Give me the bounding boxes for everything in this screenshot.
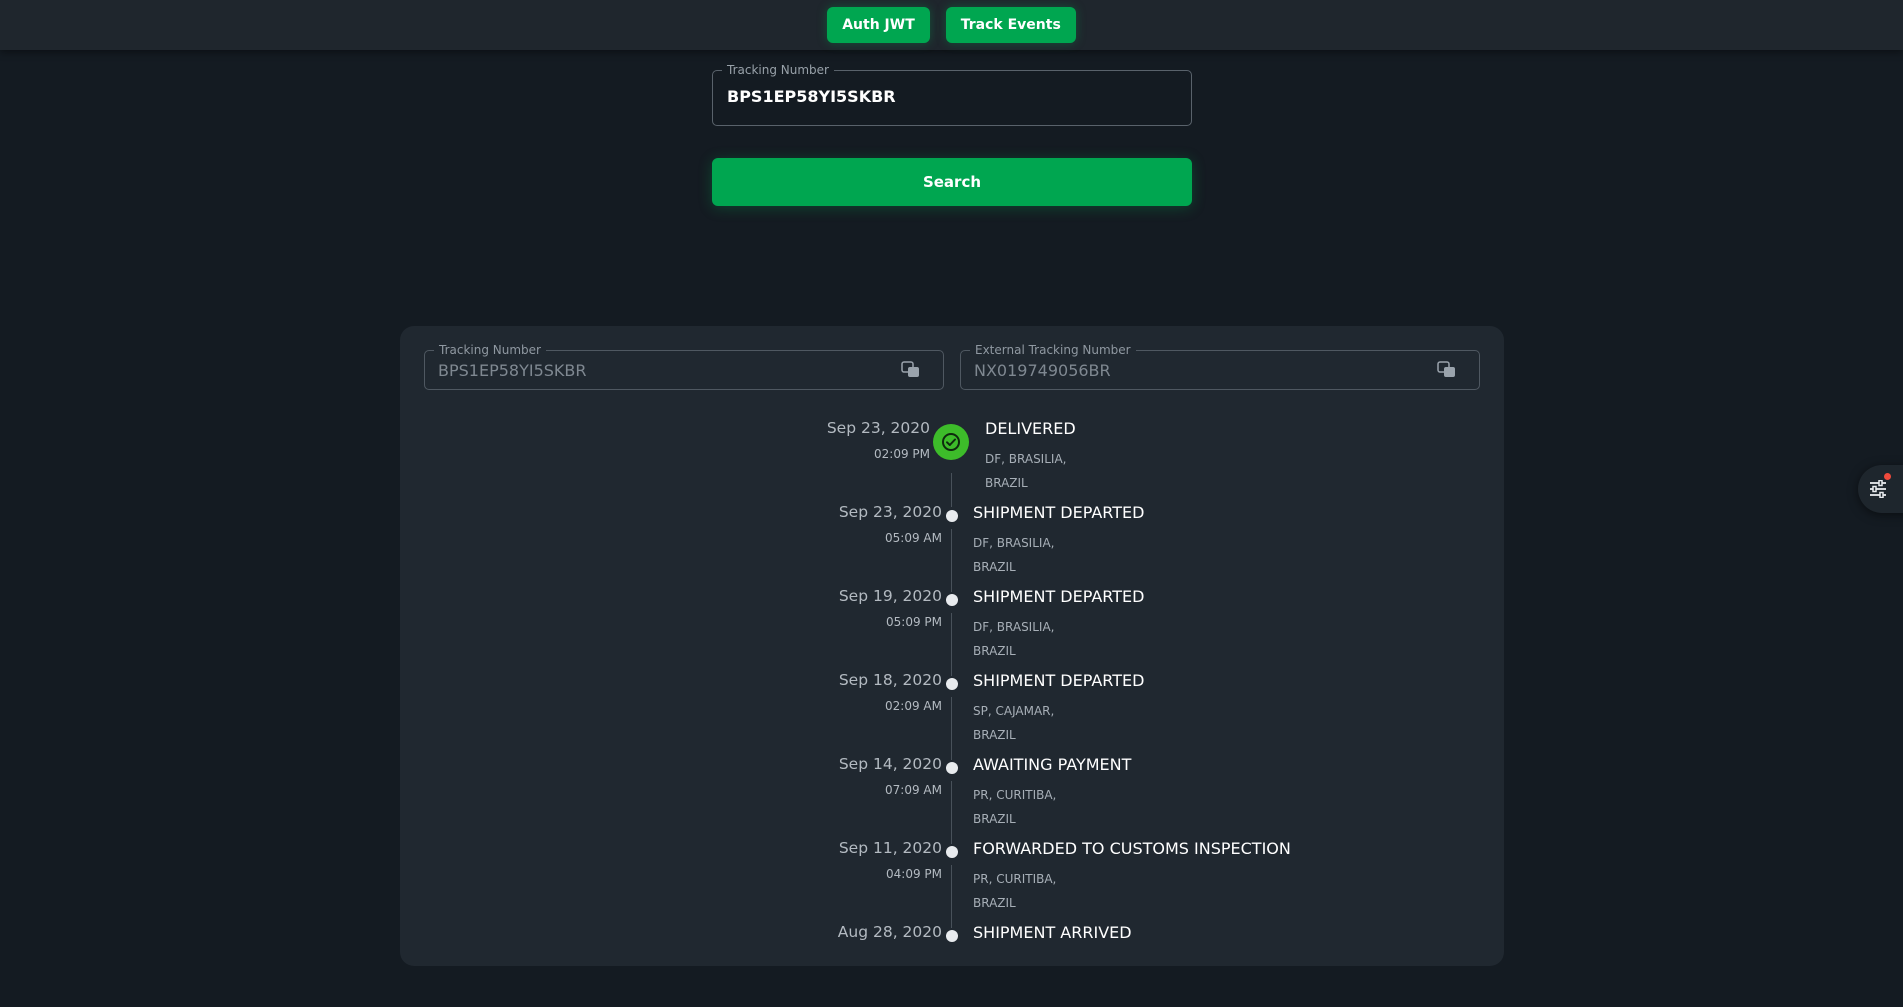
sliders-icon xyxy=(1868,479,1888,502)
result-tracking-number-value: BPS1EP58YI5SKBR xyxy=(438,361,587,380)
timeline-dot xyxy=(946,762,958,774)
event-location-city: DF, BRASILIA, xyxy=(985,452,1067,466)
search-button[interactable]: Search xyxy=(712,158,1192,206)
event-status: SHIPMENT DEPARTED xyxy=(973,503,1145,522)
event-location-city: SP, CAJAMAR, xyxy=(973,704,1055,718)
external-tracking-number-field: External Tracking Number NX019749056BR xyxy=(960,343,1480,390)
result-tracking-number-label: Tracking Number xyxy=(434,343,546,357)
event-time: 07:09 AM xyxy=(885,783,942,797)
timeline-event: Sep 18, 2020 02:09 AM SHIPMENT DEPARTED … xyxy=(400,671,1504,755)
tracking-number-input[interactable] xyxy=(727,87,1167,106)
event-status: FORWARDED TO CUSTOMS INSPECTION xyxy=(973,839,1291,858)
event-location-country: BRAZIL xyxy=(985,476,1028,490)
event-date: Sep 19, 2020 xyxy=(838,587,942,605)
event-location: DF, BRASILIA, BRAZIL xyxy=(973,615,1054,663)
event-location: DF, BRASILIA, BRAZIL xyxy=(973,531,1054,579)
event-location-city: PR, CURITIBA, xyxy=(973,872,1057,886)
event-status: SHIPMENT ARRIVED xyxy=(973,923,1132,942)
event-status: AWAITING PAYMENT xyxy=(973,755,1132,774)
event-location-country: BRAZIL xyxy=(973,812,1016,826)
check-circle-icon xyxy=(933,424,969,460)
event-status: DELIVERED xyxy=(985,419,1076,438)
settings-fab-button[interactable] xyxy=(1858,465,1903,513)
auth-jwt-button[interactable]: Auth JWT xyxy=(827,7,930,43)
event-location: PR, CURITIBA, BRAZIL xyxy=(973,867,1056,915)
event-location-city: DF, BRASILIA, xyxy=(973,620,1055,634)
event-location-country: BRAZIL xyxy=(973,896,1016,910)
event-time: 05:09 AM xyxy=(885,531,942,545)
event-time: 04:09 PM xyxy=(886,867,942,881)
external-tracking-number-value: NX019749056BR xyxy=(974,361,1111,380)
event-location-city: DF, BRASILIA, xyxy=(973,536,1055,550)
timeline-dot xyxy=(946,594,958,606)
timeline-dot xyxy=(946,678,958,690)
result-tracking-number-field: Tracking Number BPS1EP58YI5SKBR xyxy=(424,343,944,390)
event-date: Sep 14, 2020 xyxy=(838,755,942,773)
timeline-dot xyxy=(946,510,958,522)
event-date: Sep 23, 2020 xyxy=(838,503,942,521)
timeline-dot xyxy=(946,846,958,858)
track-events-button[interactable]: Track Events xyxy=(945,7,1076,43)
top-nav-bar: Auth JWT Track Events xyxy=(0,0,1903,50)
timeline-event: Aug 28, 2020 SHIPMENT ARRIVED xyxy=(400,923,1504,1007)
event-location: SP, CAJAMAR, BRAZIL xyxy=(973,699,1054,747)
timeline-dot xyxy=(946,930,958,942)
event-location: DF, BRASILIA, BRAZIL xyxy=(985,447,1066,495)
event-date: Sep 23, 2020 xyxy=(826,419,930,437)
event-time: 05:09 PM xyxy=(886,615,942,629)
timeline-event: Sep 11, 2020 04:09 PM FORWARDED TO CUSTO… xyxy=(400,839,1504,923)
tracking-results-card: Tracking Number BPS1EP58YI5SKBR External… xyxy=(400,326,1504,966)
external-tracking-number-label: External Tracking Number xyxy=(970,343,1136,357)
timeline-event: Sep 19, 2020 05:09 PM SHIPMENT DEPARTED … xyxy=(400,587,1504,671)
notification-badge xyxy=(1884,473,1891,480)
event-location-country: BRAZIL xyxy=(973,644,1016,658)
event-time: 02:09 AM xyxy=(885,699,942,713)
copy-icon[interactable] xyxy=(1437,361,1457,379)
event-status: SHIPMENT DEPARTED xyxy=(973,671,1145,690)
event-date: Aug 28, 2020 xyxy=(837,923,942,941)
copy-icon[interactable] xyxy=(901,361,921,379)
timeline-event: Sep 14, 2020 07:09 AM AWAITING PAYMENT P… xyxy=(400,755,1504,839)
event-location: PR, CURITIBA, BRAZIL xyxy=(973,783,1056,831)
event-time: 02:09 PM xyxy=(874,447,930,461)
timeline-event: Sep 23, 2020 02:09 PM DELIVERED DF, BRAS… xyxy=(400,419,1504,503)
event-location-country: BRAZIL xyxy=(973,560,1016,574)
timeline-event: Sep 23, 2020 05:09 AM SHIPMENT DEPARTED … xyxy=(400,503,1504,587)
tracking-number-label: Tracking Number xyxy=(722,63,834,77)
event-status: SHIPMENT DEPARTED xyxy=(973,587,1145,606)
event-date: Sep 11, 2020 xyxy=(838,839,942,857)
event-location-country: BRAZIL xyxy=(973,728,1016,742)
event-date: Sep 18, 2020 xyxy=(838,671,942,689)
tracking-number-field[interactable]: Tracking Number xyxy=(712,63,1192,126)
event-location-city: PR, CURITIBA, xyxy=(973,788,1057,802)
